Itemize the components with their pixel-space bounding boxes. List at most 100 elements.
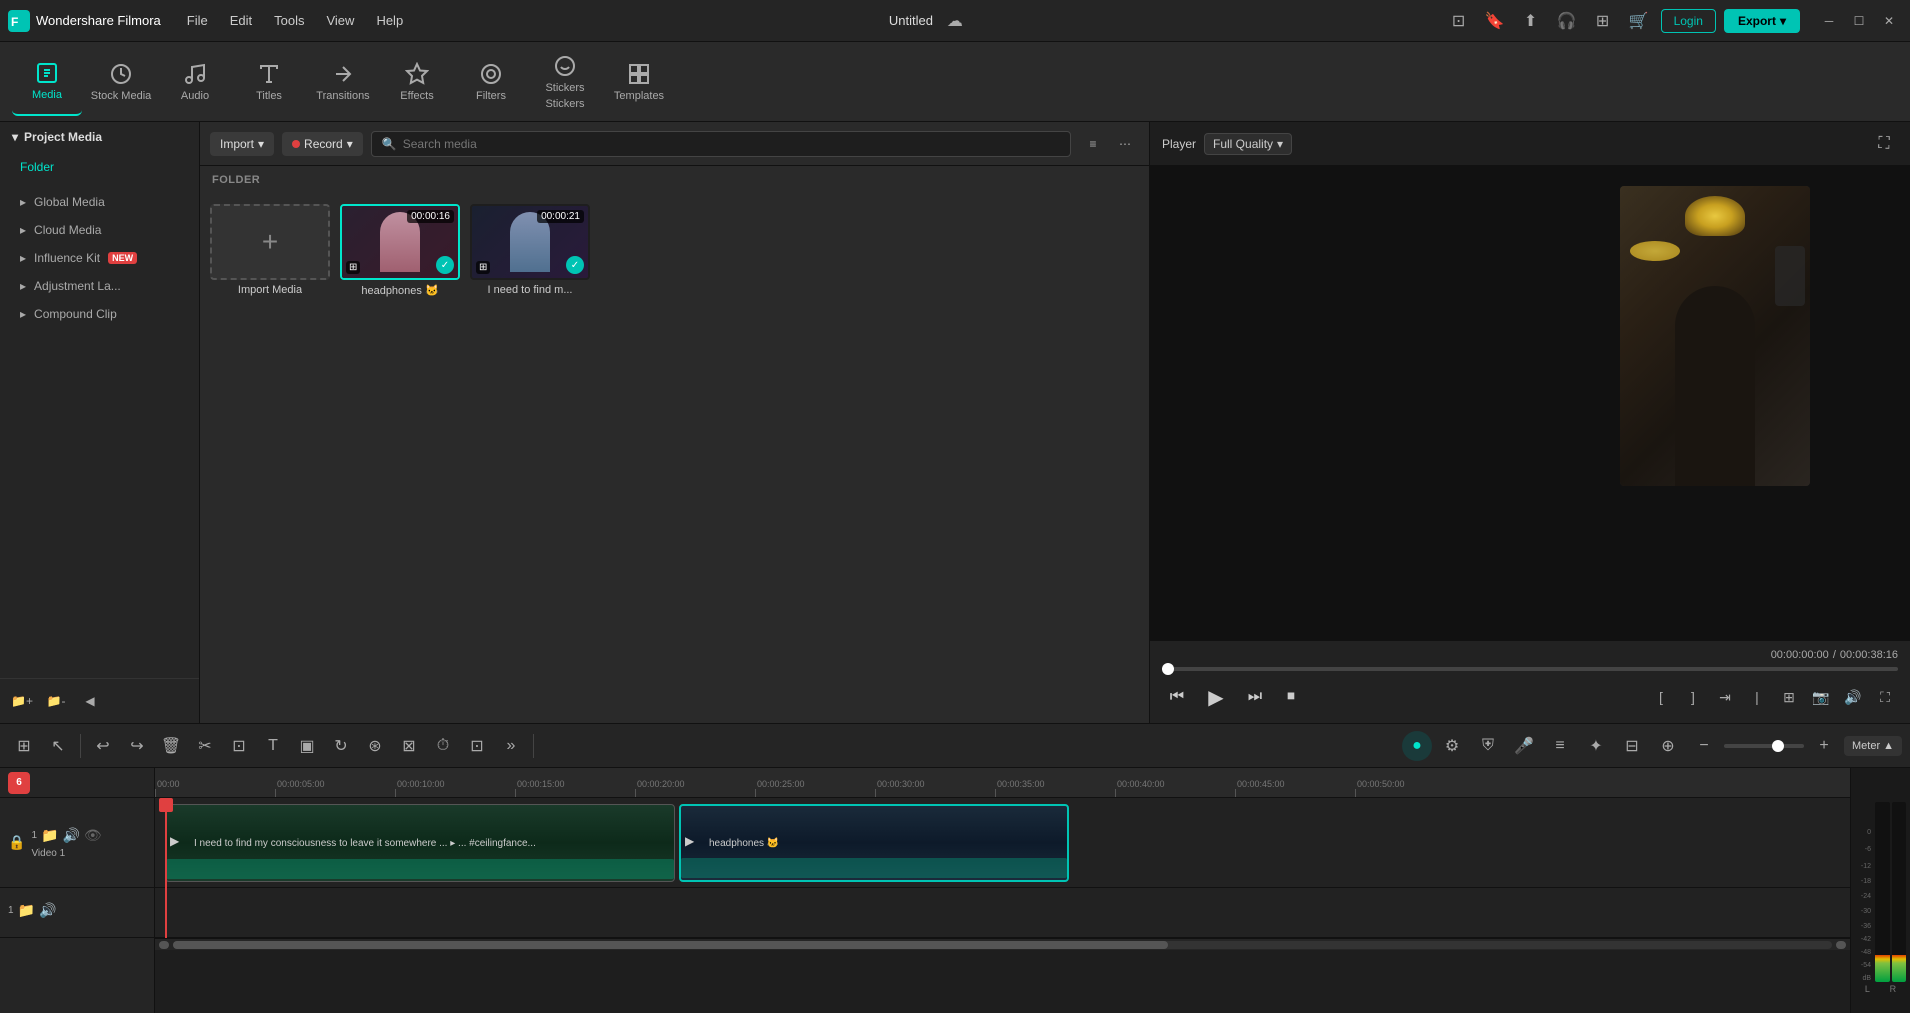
mute-icon[interactable]: 🔊 <box>62 827 79 844</box>
effects-track-button[interactable]: ✦ <box>1580 730 1612 762</box>
toolbar-media[interactable]: Media <box>12 48 82 116</box>
zoom-icon[interactable]: ⊞ <box>1776 684 1802 710</box>
text-button[interactable]: T <box>257 730 289 762</box>
zoom-slider[interactable] <box>1724 744 1804 748</box>
sidebar-item-influence-kit[interactable]: ▸ Influence Kit NEW <box>0 244 199 272</box>
eye-icon[interactable]: 👁 <box>84 827 102 844</box>
zoom-fit-button[interactable]: ⊡ <box>461 730 493 762</box>
select-tool-button[interactable]: ↖ <box>42 730 74 762</box>
audio-icon[interactable]: 🔊 <box>1840 684 1866 710</box>
delete-button[interactable]: 🗑 <box>155 730 187 762</box>
upload-icon[interactable]: ⬆ <box>1517 7 1545 35</box>
toolbar-audio[interactable]: Audio <box>160 48 230 116</box>
scroll-left[interactable] <box>159 941 169 949</box>
folder-item[interactable]: Folder <box>0 152 199 182</box>
apps-icon[interactable]: ⊞ <box>1589 7 1617 35</box>
find-m-thumb[interactable]: 00:00:21 ✓ ⊞ <box>470 204 590 280</box>
toolbar-filters[interactable]: Filters <box>456 48 526 116</box>
sidebar-item-cloud-media[interactable]: ▸ Cloud Media <box>0 216 199 244</box>
sidebar-item-compound-clip[interactable]: ▸ Compound Clip <box>0 300 199 328</box>
meter-button[interactable]: Meter ▲ <box>1844 736 1902 756</box>
audio-mute-icon[interactable]: 🔊 <box>39 902 56 919</box>
toolbar-transitions[interactable]: Transitions <box>308 48 378 116</box>
sidebar-item-global-media[interactable]: ▸ Global Media <box>0 188 199 216</box>
table-row[interactable]: ▶ headphones 🐱 <box>679 804 1069 882</box>
import-button[interactable]: Import ▾ <box>210 132 274 156</box>
list-item[interactable]: + Import Media <box>210 204 330 297</box>
fullscreen-icon[interactable]: ⛶ <box>1870 130 1898 158</box>
crop-button[interactable]: ⊡ <box>223 730 255 762</box>
headphones-thumb[interactable]: 00:00:16 ✓ ⊞ <box>340 204 460 280</box>
headset-icon[interactable]: 🎧 <box>1553 7 1581 35</box>
scrollbar-thumb[interactable] <box>173 941 1168 949</box>
zoom-handle[interactable] <box>1772 740 1784 752</box>
rotate-button[interactable]: ↻ <box>325 730 357 762</box>
menu-file[interactable]: File <box>177 9 218 32</box>
detach-button[interactable]: ⊛ <box>359 730 391 762</box>
add-audio-icon[interactable]: 📁 <box>18 902 35 919</box>
maximize-button[interactable]: ☐ <box>1846 8 1872 34</box>
toolbar-stock-media[interactable]: Stock Media <box>86 48 156 116</box>
screenshot-icon[interactable]: 📷 <box>1808 684 1834 710</box>
settings-button[interactable]: ⚙ <box>1436 730 1468 762</box>
mark-in-icon[interactable]: [ <box>1648 684 1674 710</box>
minimize-button[interactable]: ─ <box>1816 8 1842 34</box>
fast-forward-button[interactable]: ⏭ <box>1240 682 1270 712</box>
list-item[interactable]: 00:00:16 ✓ ⊞ headphones 🐱 <box>340 204 460 297</box>
playhead[interactable] <box>165 798 167 938</box>
frame-button[interactable]: ▣ <box>291 730 323 762</box>
delete-button[interactable]: 📁- <box>42 687 70 715</box>
menu-edit[interactable]: Edit <box>220 9 262 32</box>
import-media-thumb[interactable]: + <box>210 204 330 280</box>
shield-button[interactable]: ⛨ <box>1472 730 1504 762</box>
add-track-button[interactable]: ⊕ <box>1652 730 1684 762</box>
mark-out-icon[interactable]: ] <box>1680 684 1706 710</box>
scroll-right[interactable] <box>1836 941 1846 949</box>
more-tools-button[interactable]: » <box>495 730 527 762</box>
toolbar-templates[interactable]: Templates <box>604 48 674 116</box>
menu-help[interactable]: Help <box>366 9 413 32</box>
list-item[interactable]: 00:00:21 ✓ ⊞ I need to find m... <box>470 204 590 297</box>
new-folder-button[interactable]: 📁+ <box>8 687 36 715</box>
login-button[interactable]: Login <box>1661 9 1716 33</box>
toolbar-stickers[interactable]: Stickers Stickers <box>530 48 600 116</box>
more-options-icon[interactable]: ⋯ <box>1111 130 1139 158</box>
cloud-sync-icon[interactable]: ☁ <box>941 7 969 35</box>
monitor-icon[interactable]: ⊡ <box>1445 7 1473 35</box>
insert-icon[interactable]: ⇥ <box>1712 684 1738 710</box>
track-lock-icon[interactable]: 🔒 <box>8 834 25 851</box>
search-input[interactable] <box>403 137 1060 151</box>
menu-tools[interactable]: Tools <box>264 9 314 32</box>
table-row[interactable]: ▶ I need to find my consciousness to lea… <box>165 804 675 882</box>
cart-icon[interactable]: 🛒 <box>1625 7 1653 35</box>
play-button[interactable]: ▶ <box>1198 679 1234 715</box>
zoom-out-button[interactable]: − <box>1688 730 1720 762</box>
toolbar-titles[interactable]: Titles <box>234 48 304 116</box>
sidebar-item-adjustment[interactable]: ▸ Adjustment La... <box>0 272 199 300</box>
undo-button[interactable]: ↩ <box>87 730 119 762</box>
track-resize-button[interactable]: ⊟ <box>1616 730 1648 762</box>
progress-bar[interactable] <box>1162 667 1898 671</box>
toolbar-effects[interactable]: Effects <box>382 48 452 116</box>
timeline-scrollbar[interactable] <box>155 938 1850 950</box>
expand-icon[interactable]: ⛶ <box>1872 684 1898 710</box>
add-to-project-icon[interactable]: 📁 <box>41 827 58 844</box>
menu-view[interactable]: View <box>316 9 364 32</box>
filter-icon[interactable]: ≡ <box>1079 130 1107 158</box>
project-media-header[interactable]: ▾ Project Media <box>0 122 199 152</box>
close-button[interactable]: ✕ <box>1876 8 1902 34</box>
rewind-button[interactable]: ⏮ <box>1162 682 1192 712</box>
timeline-ruler[interactable]: 00:00 00:00:05:00 00:00:10:00 00:00:15:0… <box>155 768 1850 798</box>
search-bar[interactable]: 🔍 <box>371 131 1071 157</box>
quality-select[interactable]: Full Quality ▾ <box>1204 133 1292 155</box>
progress-handle[interactable] <box>1162 663 1174 675</box>
track-options-button[interactable]: ≡ <box>1544 730 1576 762</box>
auto-ripple-button[interactable]: ● <box>1402 731 1432 761</box>
bookmark-icon[interactable]: 🔖 <box>1481 7 1509 35</box>
scrollbar-track[interactable] <box>173 941 1832 949</box>
multi-select-button[interactable]: ⊞ <box>8 730 40 762</box>
timer-button[interactable]: ⏱ <box>427 730 459 762</box>
motion-button[interactable]: ⊠ <box>393 730 425 762</box>
zoom-in-button[interactable]: + <box>1808 730 1840 762</box>
redo-button[interactable]: ↪ <box>121 730 153 762</box>
